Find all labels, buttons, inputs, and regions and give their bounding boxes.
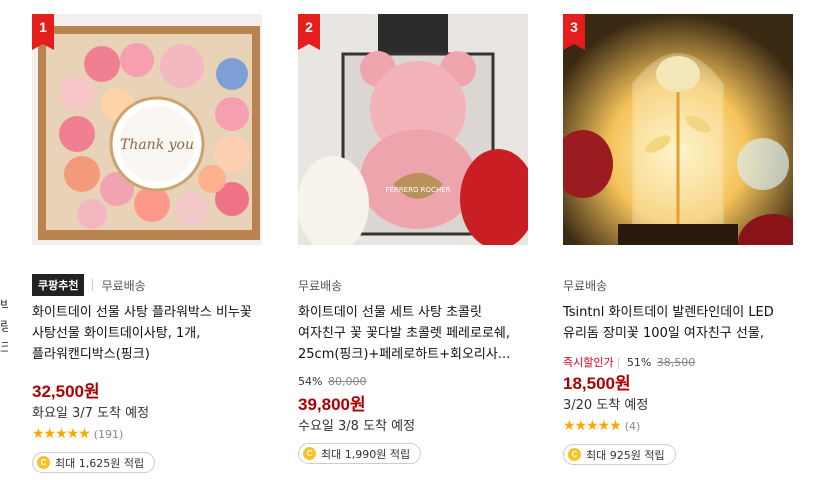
star-rating: ★★★★★ (563, 418, 622, 434)
product-price: 18,500원 (563, 374, 631, 393)
clipped-text-line: 박 (0, 299, 8, 314)
delivery-estimate: 화요일 3/7 도착 예정 (32, 406, 150, 421)
review-count[interactable]: (191) (94, 428, 124, 441)
recommend-badge: 쿠팡추천 (32, 274, 85, 296)
reward-text: 최대 1,625원 적립 (55, 456, 145, 470)
product-card[interactable]: 1 Thank you 쿠팡추천 무료배송 화이트데이 선물 사탕 플라워박스 … (32, 14, 264, 473)
review-count[interactable]: (4) (625, 420, 641, 433)
badge-row: 무료배송 (563, 274, 795, 296)
coin-icon: C (568, 448, 581, 461)
teddy-gift-image: FERRERO ROCHER (298, 14, 528, 245)
flower-box-image: Thank you (32, 14, 262, 245)
product-card[interactable]: 2 FERRERO ROCHER 무료배송 화이트데이 선물 세트 사탕 초콜릿… (298, 14, 530, 464)
coin-icon: C (303, 447, 316, 460)
delivery-estimate: 3/20 도착 예정 (563, 398, 649, 413)
divider: | (616, 356, 621, 369)
reward-badge: C 최대 1,625원 적립 (32, 452, 156, 473)
led-rose-dome-image (563, 14, 793, 245)
free-shipping-label: 무료배송 (298, 278, 343, 293)
product-price: 39,800원 (298, 395, 366, 414)
image-caption: FERRERO ROCHER (385, 186, 450, 194)
coin-icon: C (37, 456, 50, 469)
clipped-text-line: 랑, (0, 320, 8, 335)
rating-row: ★★★★★ (191) (32, 426, 264, 442)
free-shipping-label: 무료배송 (563, 278, 608, 293)
product-card[interactable]: 3 무료배송 Tsintnl 화이트데이 발렌타인데이 LED 유리돔 장미꽃 (563, 14, 795, 465)
clipped-text-line: 크 (0, 341, 8, 356)
product-title[interactable]: 화이트데이 선물 사탕 플라워박스 비누꽃 사탕선물 화이트데이사탕, 1개, … (32, 302, 264, 365)
product-price: 32,500원 (32, 382, 100, 401)
rank-badge: 1 (32, 14, 54, 50)
product-title[interactable]: 화이트데이 선물 세트 사탕 초콜릿 여자친구 꽃 꽃다발 초콜렛 페레로로쉐,… (298, 302, 530, 365)
free-shipping-label: 무료배송 (101, 278, 146, 293)
rating-row: ★★★★★ (4) (563, 418, 795, 434)
divider (92, 279, 94, 291)
rank-badge: 3 (563, 14, 585, 50)
instant-discount-label: 즉시할인가 (563, 356, 614, 369)
product-image[interactable]: 3 (563, 14, 793, 245)
image-caption: Thank you (120, 137, 194, 153)
reward-badge: C 최대 1,990원 적립 (298, 443, 422, 464)
product-image[interactable]: 1 Thank you (32, 14, 262, 245)
reward-badge: C 최대 925원 적립 (563, 444, 676, 465)
reward-text: 최대 1,990원 적립 (321, 447, 411, 461)
delivery-estimate: 수요일 3/8 도착 예정 (298, 419, 416, 434)
original-price: 80,000 (327, 375, 367, 388)
discount-rate: 54% (298, 375, 323, 388)
product-image[interactable]: 2 FERRERO ROCHER (298, 14, 528, 245)
star-icons: ★★★★★ (32, 426, 91, 442)
discount-rate: 51% (626, 356, 652, 369)
rank-badge: 2 (298, 14, 320, 50)
reward-text: 최대 925원 적립 (586, 448, 665, 462)
badge-row: 쿠팡추천 무료배송 (32, 274, 264, 296)
product-title[interactable]: Tsintnl 화이트데이 발렌타인데이 LED 유리돔 장미꽃 100일 여자… (563, 302, 795, 344)
previous-card-clipped-text: 박 랑, 크 (0, 296, 8, 359)
original-price: 38,500 (656, 356, 696, 369)
badge-row: 무료배송 (298, 274, 530, 296)
discount-row: 54% 80,000 (298, 375, 530, 389)
discount-row: 즉시할인가 | 51% 38,500 (563, 354, 795, 369)
star-rating: ★★★★★ (32, 426, 91, 442)
star-icons: ★★★★★ (563, 418, 622, 434)
